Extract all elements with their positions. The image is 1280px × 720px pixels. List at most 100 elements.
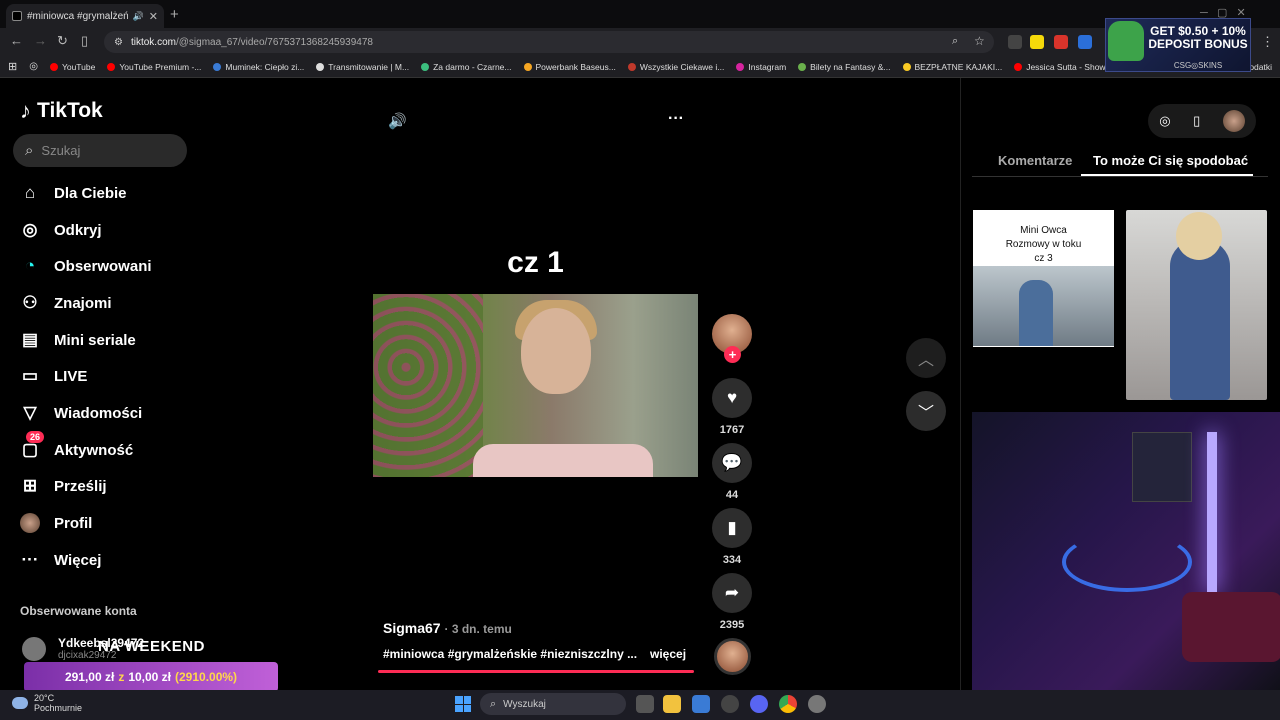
sidebar-item-more[interactable]: ··· Więcej <box>20 550 102 570</box>
ad-banner[interactable]: GET $0.50 + 10% DEPOSIT BONUS CSG◎SKINS <box>1105 18 1251 72</box>
sidebar-item-mini-series[interactable]: ▤ Mini seriale <box>20 330 136 350</box>
video-hashtags[interactable]: #miniowca #grymalżeńskie #niezniszczlny … <box>383 647 637 661</box>
active-tab-indicator <box>1081 174 1253 176</box>
compass-icon[interactable]: ◎ <box>1159 113 1170 129</box>
friends-icon: ⚇ <box>22 293 38 312</box>
profile-avatar[interactable] <box>1222 110 1245 132</box>
bookmark-item[interactable]: BEZPŁATNE KAJAKI... <box>902 62 1002 72</box>
bookmark-item[interactable]: Powerbank Baseus... <box>523 62 616 72</box>
weekend-overlay-text: NA WEEKEND <box>98 638 205 655</box>
bookmark-item[interactable]: Za darmo - Czarne... <box>421 62 512 72</box>
apps-grid-icon[interactable]: ⊞ <box>8 60 17 73</box>
share-button[interactable]: ➦ 2395 <box>712 573 752 631</box>
app-icon[interactable] <box>721 695 739 713</box>
logo-text: TikTok <box>37 99 103 122</box>
bookmark-favicon-icon <box>107 62 116 71</box>
thumbnail-person <box>1176 212 1222 260</box>
zoom-icon[interactable]: ⌕ <box>952 35 958 48</box>
windows-start-icon[interactable] <box>455 696 471 712</box>
settings-icon[interactable] <box>808 695 826 713</box>
creator-line[interactable]: Sigma67 · 3 dn. temu <box>383 620 512 636</box>
webcam-decor <box>1207 432 1217 592</box>
more-link[interactable]: więcej <box>650 647 686 661</box>
suggested-video-thumbnail[interactable]: Mini Owca Rozmowy w toku cz 3 <box>973 210 1114 347</box>
bookmark-favicon-icon <box>421 62 430 71</box>
search-icon: ⌕ <box>25 142 34 159</box>
site-info-icon[interactable]: ⚙ <box>114 37 123 48</box>
tab-audio-icon[interactable]: 🔊 <box>133 11 144 22</box>
forward-icon[interactable]: → <box>34 33 47 48</box>
like-button[interactable]: ♥ 1767 <box>712 378 752 436</box>
previous-video-button[interactable]: ︿ <box>906 338 946 378</box>
browser-tab[interactable]: #miniowca #grymalżeńskie 🔊 ✕ <box>6 4 164 28</box>
extension-icon[interactable] <box>1030 35 1044 49</box>
task-view-icon[interactable] <box>636 695 654 713</box>
more-options-icon[interactable]: ··· <box>668 110 684 128</box>
post-age: · 3 dn. temu <box>444 622 512 636</box>
suggested-video-thumbnail[interactable] <box>1126 210 1267 400</box>
comment-button[interactable]: 💬 44 <box>712 443 752 501</box>
save-button[interactable]: ▮ 334 <box>712 508 752 566</box>
weather-widget[interactable]: 20°C Pochmurnie <box>12 693 82 713</box>
bookmark-item[interactable]: YouTube <box>49 62 95 72</box>
phone-icon[interactable]: ▯ <box>1193 113 1200 129</box>
cloud-icon <box>12 697 28 709</box>
bookmark-item[interactable]: Transmitowanie | M... <box>316 62 409 72</box>
sidebar-item-live[interactable]: ▭ LIVE <box>20 366 87 386</box>
bookmark-star-icon[interactable]: ☆ <box>974 34 985 48</box>
sidebar-item-label: Mini seriale <box>54 331 136 349</box>
follow-plus-icon[interactable]: + <box>724 346 741 363</box>
bookmark-globe-icon[interactable]: ◎ <box>29 61 38 72</box>
search-input[interactable]: ⌕ Szukaj <box>13 134 187 167</box>
tab-comments[interactable]: Komentarze <box>998 153 1072 168</box>
sidebar-item-profile[interactable]: Profil <box>20 513 92 533</box>
sidebar-item-for-you[interactable]: ⌂ Dla Ciebie <box>20 183 127 203</box>
new-tab-button[interactable]: + <box>170 6 179 23</box>
like-count: 1767 <box>719 424 745 436</box>
tab-close-icon[interactable]: ✕ <box>149 10 158 23</box>
bookmarks-bar: ⊞ ◎ YouTube YouTube Premium -... Muminek… <box>0 56 1280 78</box>
next-video-button[interactable]: ﹀ <box>906 391 946 431</box>
volume-icon[interactable]: 🔊 <box>388 112 407 130</box>
followed-accounts-heading: Obserwowane konta <box>20 604 137 618</box>
chrome-icon[interactable] <box>779 695 797 713</box>
sidebar-item-friends[interactable]: ⚇ Znajomi <box>20 293 111 313</box>
sidebar-item-label: Obserwowani <box>54 257 152 275</box>
browser-menu-icon[interactable]: ⋮ <box>1261 34 1274 50</box>
discord-icon[interactable] <box>750 695 768 713</box>
extension-icon[interactable] <box>1054 35 1068 49</box>
other-bookmarks[interactable]: odatki <box>1249 62 1280 72</box>
bookmark-item[interactable]: Wszystkie Ciekawe i... <box>627 62 724 72</box>
webcam-decor <box>1182 592 1280 662</box>
bookmark-item[interactable]: YouTube Premium -... <box>107 62 201 72</box>
bookmark-item[interactable]: Instagram <box>736 62 786 72</box>
sidebar-item-upload[interactable]: ⊞ Prześlij <box>20 476 107 496</box>
bookmark-favicon-icon <box>213 62 222 71</box>
sidebar-item-label: Wiadomości <box>54 404 143 422</box>
bookmark-item[interactable]: Muminek: Ciepło zi... <box>213 62 304 72</box>
bookmark-icon: ▮ <box>712 508 752 548</box>
back-icon[interactable]: ← <box>10 33 23 48</box>
store-icon[interactable] <box>692 695 710 713</box>
reload-icon[interactable]: ↻ <box>57 33 68 49</box>
sidebar-item-activity[interactable]: ▢ 26 Aktywność <box>20 431 133 460</box>
sidebar-item-messages[interactable]: ▽ Wiadomości <box>20 403 142 423</box>
browser-tab-strip <box>0 0 1280 28</box>
bookmark-item[interactable]: Jessica Sutta - Show <box>1014 62 1106 72</box>
sound-disc-avatar[interactable] <box>714 638 751 675</box>
side-panel-icon[interactable]: ▯ <box>81 33 88 49</box>
video-player[interactable] <box>373 294 698 477</box>
address-bar[interactable]: ⚙ tiktok.com/@sigmaa_67/video/7675371368… <box>104 31 994 53</box>
sidebar-item-following[interactable]: ◔ Obserwowani <box>20 256 152 276</box>
taskbar-search[interactable]: ⌕ Wyszukaj <box>480 693 626 715</box>
tab-suggestions[interactable]: To może Ci się spodobać <box>1093 153 1248 168</box>
extension-icon[interactable] <box>1008 35 1022 49</box>
file-explorer-icon[interactable] <box>663 695 681 713</box>
extension-icon[interactable] <box>1078 35 1092 49</box>
sidebar-item-explore[interactable]: ◎ Odkryj <box>20 220 102 240</box>
promo-banner[interactable]: 291,00 zł z 10,00 zł (2910.00%) <box>24 662 278 692</box>
tiktok-logo[interactable]: ♪ TikTok <box>20 98 103 124</box>
video-progress-bar[interactable] <box>378 670 694 673</box>
bookmark-item[interactable]: Bilety na Fantasy &... <box>798 62 891 72</box>
video-background <box>373 294 483 477</box>
